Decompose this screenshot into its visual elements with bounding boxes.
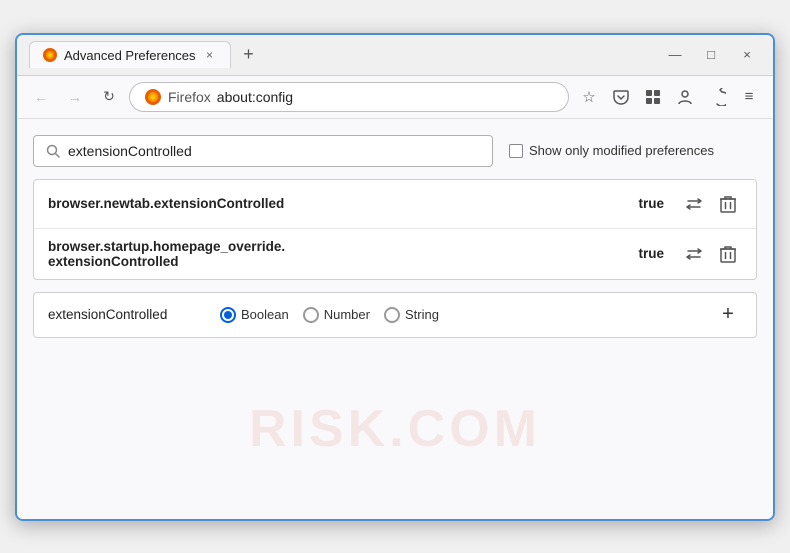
pref-name-2: browser.startup.homepage_override. exten… [48, 239, 630, 269]
minimize-button[interactable]: — [661, 45, 689, 65]
pref-name-1: browser.newtab.extensionControlled [48, 196, 630, 211]
reload-button[interactable]: ↻ [95, 83, 123, 111]
navigation-bar: ← → ↻ Firefox about:config ☆ [17, 76, 773, 119]
row-actions-1 [680, 190, 742, 218]
nav-icons: ☆ [575, 83, 763, 111]
type-number-option[interactable]: Number [303, 307, 370, 323]
number-radio[interactable] [303, 307, 319, 323]
new-preference-row: extensionControlled Boolean Number Strin… [33, 292, 757, 338]
tab-firefox-icon [42, 47, 58, 63]
close-button[interactable]: × [733, 45, 761, 65]
string-radio[interactable] [384, 307, 400, 323]
show-modified-option[interactable]: Show only modified preferences [509, 143, 714, 158]
tab-title: Advanced Preferences [64, 48, 196, 63]
new-pref-name: extensionControlled [48, 307, 208, 322]
url-display: about:config [217, 89, 293, 105]
window-controls: — □ × [661, 45, 761, 65]
bookmark-icon[interactable]: ☆ [575, 83, 603, 111]
active-tab[interactable]: Advanced Preferences × [29, 41, 231, 68]
menu-icon[interactable]: ≡ [735, 83, 763, 111]
firefox-logo-icon [144, 88, 162, 106]
maximize-button[interactable]: □ [697, 45, 725, 65]
tab-close-button[interactable]: × [202, 47, 218, 63]
search-box[interactable] [33, 135, 493, 167]
table-row: browser.newtab.extensionControlled true [34, 180, 756, 229]
pref-value-2: true [638, 246, 664, 261]
string-label: String [405, 307, 439, 322]
boolean-label: Boolean [241, 307, 289, 322]
sync-icon[interactable] [703, 83, 731, 111]
row-actions-2 [680, 240, 742, 268]
toggle-button-2[interactable] [680, 240, 708, 268]
forward-button[interactable]: → [61, 83, 89, 111]
new-tab-button[interactable]: + [235, 41, 263, 69]
type-boolean-option[interactable]: Boolean [220, 307, 289, 323]
pref-value-1: true [638, 196, 664, 211]
boolean-radio[interactable] [220, 307, 236, 323]
search-input[interactable] [68, 143, 480, 159]
type-radio-group: Boolean Number String [220, 307, 439, 323]
browser-window: Advanced Preferences × + — □ × ← → ↻ Fir… [15, 33, 775, 521]
back-button[interactable]: ← [27, 83, 55, 111]
results-table: browser.newtab.extensionControlled true [33, 179, 757, 280]
watermark: RISK.COM [249, 399, 541, 459]
add-preference-button[interactable]: + [714, 301, 742, 329]
pocket-icon[interactable] [607, 83, 635, 111]
number-label: Number [324, 307, 370, 322]
title-bar: Advanced Preferences × + — □ × [17, 35, 773, 76]
tab-area: Advanced Preferences × + [29, 41, 645, 69]
delete-button-2[interactable] [714, 240, 742, 268]
browser-label: Firefox [168, 89, 211, 105]
search-row: Show only modified preferences [33, 135, 757, 167]
type-string-option[interactable]: String [384, 307, 439, 323]
content-area: RISK.COM Show only modified preferences … [17, 119, 773, 519]
show-modified-label: Show only modified preferences [529, 143, 714, 158]
toggle-button-1[interactable] [680, 190, 708, 218]
address-bar[interactable]: Firefox about:config [129, 82, 569, 112]
delete-button-1[interactable] [714, 190, 742, 218]
search-icon [46, 144, 60, 158]
profile-icon[interactable] [671, 83, 699, 111]
extension-icon[interactable] [639, 83, 667, 111]
show-modified-checkbox[interactable] [509, 144, 523, 158]
table-row: browser.startup.homepage_override. exten… [34, 229, 756, 279]
